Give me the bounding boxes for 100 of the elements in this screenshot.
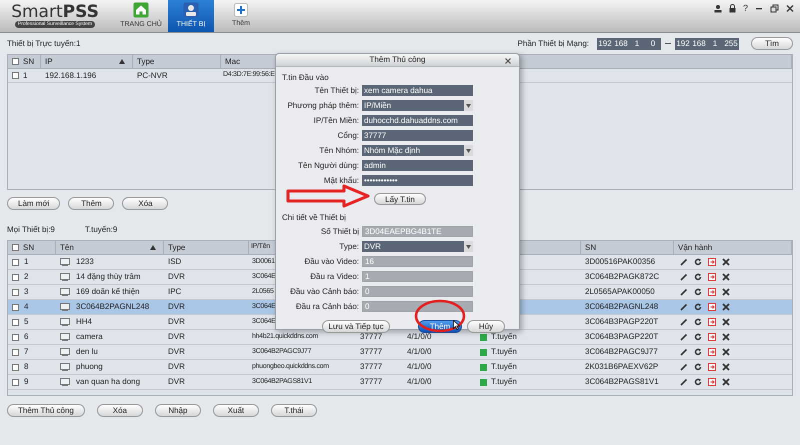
search-button[interactable]: Tìm <box>751 37 793 50</box>
delete-icon[interactable] <box>722 318 730 326</box>
checkbox[interactable] <box>12 304 19 310</box>
segment-label: Phần Thiết bị Mạng: <box>518 38 589 50</box>
sort-ascending-icon[interactable] <box>119 59 125 64</box>
table-cell: 3C064B2PAGNL248 <box>585 301 658 313</box>
table-cell: 3C064B2PAGS81V1 <box>585 376 659 388</box>
dialog-title: Thêm Thủ công <box>370 54 426 66</box>
exit-icon[interactable] <box>708 333 716 341</box>
input-field[interactable]: xem camera dahua <box>362 85 473 96</box>
checkbox[interactable] <box>12 274 19 280</box>
action-button[interactable]: Làm mới <box>7 196 60 210</box>
monitor-icon <box>60 333 70 341</box>
action-button[interactable]: Xóa <box>96 404 143 416</box>
dialog-button[interactable]: Lưu và Tiếp tục <box>322 320 390 332</box>
table-cell: 4/1/0/0 <box>407 331 432 343</box>
delete-icon[interactable] <box>722 378 730 386</box>
delete-icon[interactable] <box>722 258 730 266</box>
monitor-icon <box>60 288 70 296</box>
delete-icon[interactable] <box>722 333 730 341</box>
checkbox[interactable] <box>12 58 19 65</box>
column-header[interactable]: Mac <box>225 55 240 68</box>
exit-icon[interactable] <box>708 288 716 296</box>
action-button[interactable]: T.thái <box>270 404 317 416</box>
dropdown[interactable]: Nhóm Mặc định <box>362 145 473 156</box>
checkbox[interactable] <box>12 258 19 266</box>
action-button[interactable]: Thêm Thủ công <box>7 404 85 416</box>
exit-icon[interactable] <box>708 273 716 281</box>
table-cell: 5 <box>24 316 28 328</box>
monitor-icon <box>60 363 70 371</box>
lock-icon[interactable] <box>728 4 736 13</box>
table-cell: DVR <box>168 316 185 328</box>
table-cell: 2 <box>24 271 28 283</box>
column-header[interactable]: Vận hành <box>678 241 712 254</box>
table-cell: 37777 <box>360 361 382 373</box>
dropdown[interactable]: DVR <box>362 241 473 252</box>
table-cell: 3C064B2PAGK872C <box>585 271 660 283</box>
exit-icon[interactable] <box>708 378 716 386</box>
checkbox[interactable] <box>12 318 19 326</box>
delete-icon[interactable] <box>722 273 730 281</box>
fetch-info-button[interactable]: Lấy T.tin <box>374 193 426 205</box>
dropdown[interactable]: IP/Miền <box>362 100 473 111</box>
user-icon[interactable] <box>714 4 722 13</box>
ip-end-field[interactable]: 192 168 1 255 <box>675 38 739 50</box>
table-cell: 14 đặng thùy trâm <box>76 271 140 283</box>
checkbox[interactable] <box>12 288 19 296</box>
delete-icon[interactable] <box>722 348 730 356</box>
checkbox[interactable] <box>12 364 19 370</box>
close-icon[interactable] <box>505 58 511 64</box>
table-cell: 7 <box>24 346 28 358</box>
table-cell: IPC <box>168 286 182 298</box>
checkbox[interactable] <box>12 334 19 340</box>
column-header[interactable]: SN <box>23 55 34 68</box>
input-field[interactable]: •••••••••••• <box>362 175 473 186</box>
table-cell: DVR <box>168 331 185 343</box>
input-field[interactable]: 37777 <box>362 130 473 141</box>
table-cell: den lu <box>76 346 98 358</box>
delete-icon[interactable] <box>722 288 730 296</box>
table-cell: 2L0565APAK00050 <box>585 286 655 298</box>
input-field[interactable]: duhocchd.dahuaddns.com <box>362 115 473 126</box>
table-cell: DVR <box>168 361 185 373</box>
column-header[interactable]: Type <box>137 55 154 68</box>
monitor-icon <box>60 378 70 386</box>
delete-icon[interactable] <box>722 363 730 371</box>
checkbox[interactable] <box>12 72 19 79</box>
table-cell: 4/1/0/0 <box>407 346 432 358</box>
input-field[interactable]: admin <box>362 160 473 171</box>
exit-icon[interactable] <box>708 258 716 266</box>
table-cell: 4 <box>24 301 28 313</box>
sort-ascending-icon[interactable] <box>150 245 156 250</box>
column-header[interactable]: Tên <box>60 241 159 254</box>
field-label: Tên Nhóm: <box>318 144 360 156</box>
action-button[interactable]: Thêm <box>68 196 114 210</box>
exit-icon[interactable] <box>708 303 716 311</box>
exit-icon[interactable] <box>708 318 716 326</box>
device-icon <box>183 2 199 18</box>
table-cell: 3D00516PAK00356 <box>585 256 656 268</box>
dialog-button[interactable]: Hủy <box>467 320 505 332</box>
table-cell: DVR <box>168 271 185 283</box>
column-header[interactable]: SN <box>585 241 596 254</box>
field-label: Mật khẩu: <box>322 174 360 186</box>
action-button[interactable]: Xuất <box>212 404 259 416</box>
column-header[interactable]: IP <box>45 55 128 68</box>
exit-icon[interactable] <box>708 348 716 356</box>
action-button[interactable]: Nhập <box>154 404 201 416</box>
delete-icon[interactable] <box>722 303 730 311</box>
table-cell: DVR <box>168 376 185 388</box>
column-header[interactable]: Type <box>168 241 186 254</box>
table-cell: 3C064B3PAGP220T <box>585 316 658 328</box>
close-icon[interactable] <box>786 4 794 13</box>
column-header[interactable]: SN <box>23 241 34 254</box>
exit-icon[interactable] <box>708 363 716 371</box>
ip-start-field[interactable]: 192 168 1 0 <box>597 38 661 50</box>
checkbox[interactable] <box>12 348 19 356</box>
checkbox[interactable] <box>12 244 19 251</box>
checkbox[interactable] <box>12 378 19 386</box>
help-button[interactable]: ? <box>742 4 748 13</box>
table-cell: 3C064B2PAGC9J77 <box>585 346 658 358</box>
restore-icon[interactable] <box>770 4 779 13</box>
action-button[interactable]: Xóa <box>122 196 168 210</box>
